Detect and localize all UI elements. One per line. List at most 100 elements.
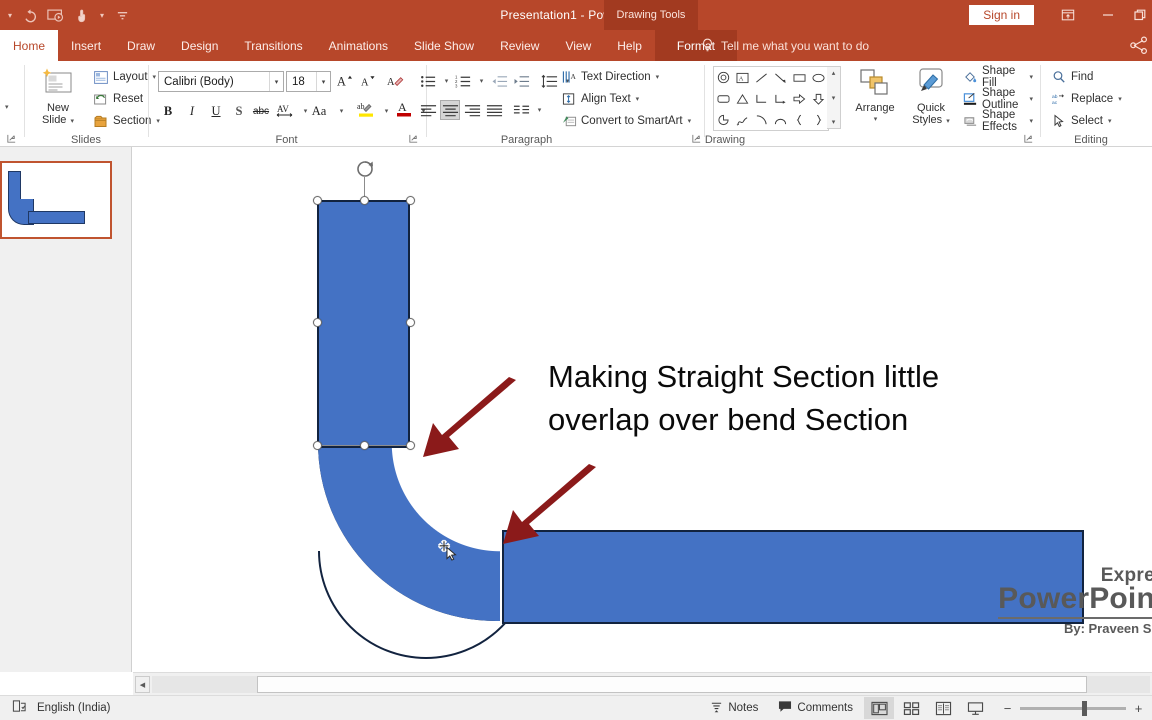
accessibility-icon[interactable]: [12, 699, 27, 717]
numbering-button[interactable]: 123: [453, 71, 473, 91]
slide-thumbnail-1[interactable]: [0, 161, 118, 243]
text-highlight-color-button[interactable]: ab: [356, 99, 376, 119]
shape-fill-button[interactable]: Shape Fill ▾: [961, 65, 1035, 89]
ribbon-display-options-icon[interactable]: [1048, 0, 1088, 30]
align-text-button[interactable]: Align Text ▾: [559, 89, 641, 109]
quick-styles-button[interactable]: Quick Styles ▾: [905, 67, 957, 128]
shape-rectangle-icon[interactable]: [790, 67, 809, 88]
selection-handle-top-left[interactable]: [313, 196, 322, 205]
selection-handle-top-right[interactable]: [406, 196, 415, 205]
shape-line-icon[interactable]: [752, 67, 771, 88]
decrease-font-size-button[interactable]: A: [358, 71, 378, 91]
justify-button[interactable]: [484, 100, 504, 120]
vertical-straight-section-shape[interactable]: [317, 200, 410, 448]
arrange-caret[interactable]: ▾: [874, 114, 878, 126]
change-case-button[interactable]: Aa: [309, 101, 329, 121]
slide-thumbnail-pane[interactable]: [0, 147, 132, 672]
font-size-dropdown-icon[interactable]: ▾: [316, 72, 330, 91]
horizontal-scrollbar[interactable]: ◀: [133, 672, 1152, 695]
shapes-gallery-scroll[interactable]: ▴ ▾ ▾: [827, 66, 841, 129]
font-size-box[interactable]: 18 ▾: [286, 71, 331, 92]
tab-slide-show[interactable]: Slide Show: [401, 30, 487, 61]
shape-down-arrow-icon[interactable]: [809, 88, 828, 109]
change-case-caret[interactable]: ▾: [331, 101, 351, 121]
find-button[interactable]: Find: [1049, 67, 1095, 87]
shape-elbow-connector-icon[interactable]: [752, 88, 771, 109]
shape-outline-button[interactable]: Shape Outline ▾: [961, 87, 1035, 111]
text-shadow-button[interactable]: S: [229, 101, 249, 121]
bullets-button[interactable]: [418, 71, 438, 91]
restore-icon[interactable]: [1128, 0, 1152, 30]
rotate-handle[interactable]: [355, 159, 375, 182]
tab-design[interactable]: Design: [168, 30, 231, 61]
numbering-caret[interactable]: ▾: [471, 71, 491, 91]
shape-effects-button[interactable]: Shape Effects ▾: [961, 109, 1035, 133]
notes-button[interactable]: Notes: [701, 696, 767, 720]
text-direction-button[interactable]: A Text Direction ▾: [559, 67, 661, 87]
gallery-scroll-up-icon[interactable]: ▴: [832, 69, 836, 77]
tab-view[interactable]: View: [552, 30, 604, 61]
increase-font-size-button[interactable]: A: [335, 71, 355, 91]
gallery-scroll-down-icon[interactable]: ▾: [832, 94, 836, 102]
tab-home[interactable]: Home: [0, 30, 59, 61]
tab-help[interactable]: Help: [604, 30, 655, 61]
zoom-slider-track[interactable]: [1020, 700, 1126, 716]
normal-view-button[interactable]: [864, 697, 894, 719]
replace-button[interactable]: ab ac Replace ▾: [1049, 89, 1124, 109]
horizontal-scroll-thumb[interactable]: [257, 676, 1087, 693]
zoom-control[interactable]: − +: [992, 700, 1144, 716]
slide-sorter-view-button[interactable]: [896, 697, 926, 719]
shape-freeform-icon[interactable]: [733, 109, 752, 130]
clipboard-dialog-launcher[interactable]: [6, 133, 18, 145]
slide-thumbnail-preview[interactable]: [0, 161, 112, 239]
shapes-gallery[interactable]: A: [713, 66, 829, 131]
comments-button[interactable]: Comments: [769, 696, 862, 720]
language-label[interactable]: English (India): [37, 702, 111, 714]
shape-elbow-arrow-icon[interactable]: [771, 88, 790, 109]
align-center-button[interactable]: [440, 100, 460, 120]
align-left-button[interactable]: [418, 100, 438, 120]
underline-button[interactable]: U: [206, 101, 226, 121]
decrease-indent-button[interactable]: [489, 71, 509, 91]
shape-donut-icon[interactable]: [714, 67, 733, 88]
shape-arc-icon[interactable]: [752, 109, 771, 130]
shape-oval-icon[interactable]: [809, 67, 828, 88]
select-button[interactable]: Select ▾: [1049, 111, 1113, 131]
columns-button[interactable]: [511, 100, 531, 120]
increase-indent-button[interactable]: [511, 71, 531, 91]
shape-pie-icon[interactable]: [714, 109, 733, 130]
line-spacing-button[interactable]: [539, 71, 559, 91]
character-spacing-button[interactable]: AV: [275, 101, 295, 121]
shape-left-brace-icon[interactable]: [790, 109, 809, 130]
slide-show-view-button[interactable]: [960, 697, 990, 719]
reset-button[interactable]: Reset: [91, 89, 145, 109]
selection-handle-top-center[interactable]: [360, 196, 369, 205]
gallery-more-icon[interactable]: ▾: [832, 118, 836, 126]
slide-canvas[interactable]: Making Straight Section little overlap o…: [133, 147, 1152, 672]
reading-view-button[interactable]: [928, 697, 958, 719]
share-icon[interactable]: [1130, 34, 1148, 59]
tab-review[interactable]: Review: [487, 30, 552, 61]
sign-in-button[interactable]: Sign in: [969, 5, 1034, 25]
scroll-left-button[interactable]: ◀: [135, 676, 150, 693]
tab-transitions[interactable]: Transitions: [231, 30, 315, 61]
align-right-button[interactable]: [462, 100, 482, 120]
zoom-out-button[interactable]: −: [1002, 701, 1013, 716]
minimize-icon[interactable]: [1088, 0, 1128, 30]
font-name-dropdown-icon[interactable]: ▾: [269, 72, 283, 91]
shape-right-arrow-icon[interactable]: [790, 88, 809, 109]
columns-caret[interactable]: ▾: [529, 100, 549, 120]
tab-insert[interactable]: Insert: [58, 30, 114, 61]
slide-surface[interactable]: Making Straight Section little overlap o…: [133, 147, 1152, 672]
shape-arrow-icon[interactable]: [771, 67, 790, 88]
tab-animations[interactable]: Animations: [316, 30, 401, 61]
font-name-box[interactable]: Calibri (Body) ▾: [158, 71, 284, 92]
bold-button[interactable]: B: [158, 101, 178, 121]
clear-formatting-button[interactable]: A: [385, 71, 405, 91]
shape-textbox-icon[interactable]: A: [733, 67, 752, 88]
selection-handle-middle-right[interactable]: [406, 318, 415, 327]
selection-handle-middle-left[interactable]: [313, 318, 322, 327]
drawing-dialog-launcher[interactable]: [1023, 133, 1035, 145]
shape-triangle-icon[interactable]: [733, 88, 752, 109]
font-color-button[interactable]: A: [394, 99, 414, 119]
